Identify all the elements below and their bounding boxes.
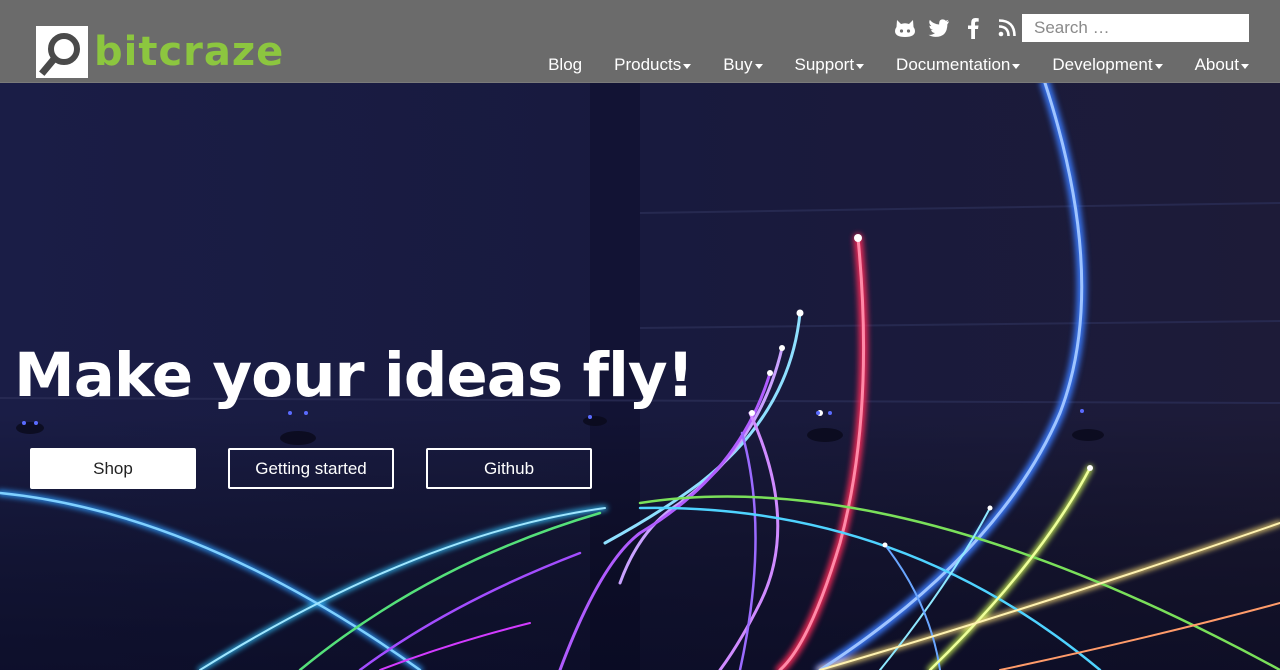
caret-down-icon [754, 63, 763, 69]
getting-started-button[interactable]: Getting started [228, 448, 394, 489]
twitter-icon[interactable] [928, 17, 950, 39]
caret-down-icon [1012, 63, 1021, 69]
nav-item-development[interactable]: Development [1052, 54, 1163, 76]
github-button[interactable]: Github [426, 448, 592, 489]
caret-down-icon [683, 63, 692, 69]
nav-item-label: Products [614, 55, 682, 74]
nav-item-label: Documentation [896, 55, 1011, 74]
hero-section: Make your ideas fly! Shop Getting starte… [0, 83, 1280, 670]
hero-headline: Make your ideas fly! [14, 340, 695, 411]
nav-item-support[interactable]: Support [795, 54, 865, 76]
logo-mark-icon [36, 26, 88, 78]
rss-icon[interactable] [996, 17, 1018, 39]
main-nav: Blog Products Buy Support Documentation … [516, 54, 1249, 76]
search-input[interactable] [1022, 14, 1249, 42]
nav-item-blog[interactable]: Blog [548, 54, 582, 76]
nav-item-label: Support [794, 55, 855, 74]
shop-button[interactable]: Shop [30, 448, 196, 489]
site-header: bitcraze Search … Blog Products Buy Supp… [0, 0, 1280, 83]
caret-down-icon [1241, 63, 1249, 69]
caret-down-icon [1154, 63, 1163, 69]
nav-item-label: About [1194, 55, 1239, 74]
nav-item-label: Buy [723, 55, 753, 74]
nav-item-documentation[interactable]: Documentation [896, 54, 1021, 76]
nav-item-buy[interactable]: Buy [723, 54, 763, 76]
facebook-icon[interactable] [962, 17, 984, 39]
social-links [894, 17, 1018, 39]
logo-text: bitcraze [94, 29, 285, 75]
caret-down-icon [856, 63, 865, 69]
github-icon[interactable] [894, 17, 916, 39]
shop-button-label: Shop [93, 458, 133, 478]
getting-started-button-label: Getting started [255, 458, 367, 478]
bitcraze-logo[interactable]: bitcraze [36, 26, 284, 78]
nav-item-about[interactable]: About [1195, 54, 1249, 76]
nav-item-products[interactable]: Products [614, 54, 692, 76]
nav-item-label: Blog [548, 55, 583, 74]
github-button-label: Github [483, 458, 535, 478]
nav-item-label: Development [1052, 55, 1153, 74]
